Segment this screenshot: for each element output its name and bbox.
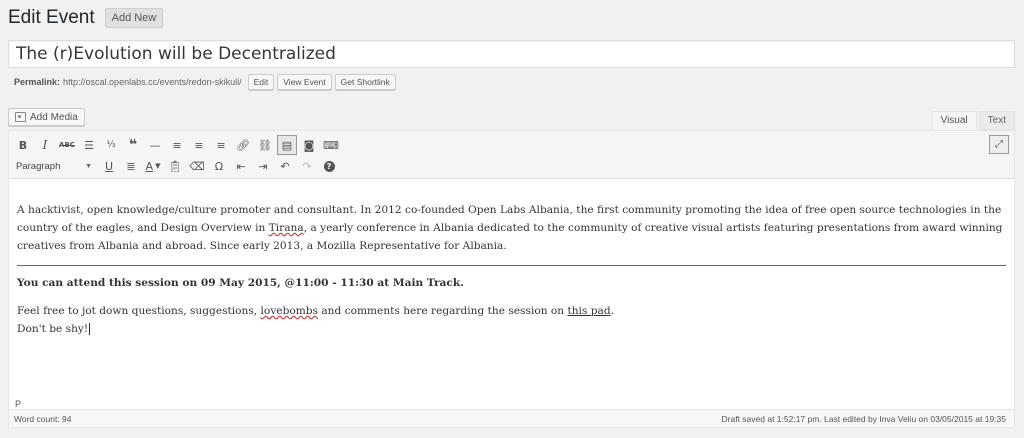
view-event-button[interactable]: View Event	[277, 74, 332, 90]
page-header: Edit Event Add New	[8, 6, 164, 30]
format-select-value: Paragraph	[16, 160, 61, 172]
bold-icon[interactable]: B	[13, 135, 33, 155]
indent-icon[interactable]: ⇥	[253, 156, 273, 176]
align-left-icon[interactable]: ≡	[167, 135, 187, 155]
italic-icon[interactable]: I	[35, 135, 55, 155]
format-select[interactable]: Paragraph ▼	[13, 157, 95, 175]
add-media-label: Add Media	[30, 111, 78, 123]
clear-formatting-icon[interactable]: ⌫	[187, 156, 207, 176]
edit-permalink-button[interactable]: Edit	[247, 74, 275, 90]
toolbar-row-2: Paragraph ▼ U ≣ A ▼ 📋︎ ⌫ Ω ⇤ ⇥ ↶ ↷ ?	[13, 156, 341, 176]
toolbar-toggle-icon[interactable]: ⌨	[321, 135, 341, 155]
title-field[interactable]	[8, 40, 1015, 68]
chevron-down-icon: ▼	[85, 162, 92, 170]
justify-icon[interactable]: ≣	[121, 156, 141, 176]
underline-icon[interactable]: U	[99, 156, 119, 176]
permalink-label: Permalink:	[14, 77, 61, 87]
numbered-list-icon[interactable]: ⅓	[101, 135, 121, 155]
outdent-icon[interactable]: ⇤	[231, 156, 251, 176]
align-right-icon[interactable]: ≡	[211, 135, 231, 155]
permalink-bar: Permalink: http://oscal.openlabs.cc/even…	[14, 73, 396, 91]
tab-text[interactable]: Text	[978, 111, 1015, 130]
add-media-button[interactable]: Add Media	[8, 108, 85, 126]
align-center-icon[interactable]: ≡	[189, 135, 209, 155]
special-character-icon[interactable]: Ω	[209, 156, 229, 176]
status-bar: Word count: 94 Draft saved at 1:52:17 pm…	[9, 409, 1014, 427]
attend-session-text: You can attend this session on 09 May 20…	[17, 277, 464, 289]
horizontal-line-icon[interactable]: —	[145, 135, 165, 155]
toolbar-row-1: B I ABC ☰ ⅓ ❝ — ≡ ≡ ≡ 🔗︎ ⛓ ▤ ◙ ⌨	[13, 135, 343, 155]
dont-be-shy-text: Don't be shy!	[17, 323, 91, 335]
remove-link-icon[interactable]: ⛓	[255, 135, 275, 155]
blockquote-icon[interactable]: ❝	[123, 135, 143, 155]
bullet-list-icon[interactable]: ☰	[79, 135, 99, 155]
draft-saved-status: Draft saved at 1:52:17 pm. Last edited b…	[721, 413, 1006, 424]
fullscreen-icon[interactable]: ⤢	[989, 135, 1009, 154]
camera-icon[interactable]: ◙	[299, 135, 319, 155]
divider	[17, 265, 1006, 266]
word-count: Word count: 94	[14, 413, 72, 424]
lovebombs-word: lovebombs	[260, 305, 318, 317]
editor-toolbar: B I ABC ☰ ⅓ ❝ — ≡ ≡ ≡ 🔗︎ ⛓ ▤ ◙ ⌨ Paragra…	[9, 131, 1014, 179]
post-title-input[interactable]	[9, 41, 1014, 67]
this-pad-link[interactable]: this pad	[567, 305, 610, 317]
permalink-url[interactable]: http://oscal.openlabs.cc/events/redon-sk…	[63, 77, 242, 87]
editor-mode-tabs: Visual Text	[930, 111, 1015, 130]
paste-text-icon[interactable]: 📋︎	[165, 156, 185, 176]
strikethrough-icon[interactable]: ABC	[57, 135, 77, 155]
get-shortlink-button[interactable]: Get Shortlink	[334, 74, 396, 90]
element-path[interactable]: P	[15, 399, 21, 409]
insert-link-icon[interactable]: 🔗︎	[233, 135, 253, 155]
help-icon[interactable]: ?	[319, 156, 339, 176]
page-title: Edit Event	[8, 7, 95, 28]
undo-icon[interactable]: ↶	[275, 156, 295, 176]
bio-paragraph: A hacktivist, open knowledge/culture pro…	[17, 204, 1003, 252]
editor-content[interactable]: A hacktivist, open knowledge/culture pro…	[9, 179, 1014, 395]
text-color-icon[interactable]: A ▼	[143, 156, 163, 176]
redo-icon[interactable]: ↷	[297, 156, 317, 176]
tab-visual[interactable]: Visual	[931, 111, 977, 130]
read-more-icon[interactable]: ▤	[277, 135, 297, 155]
media-icon	[15, 112, 26, 122]
tirana-word: Tirana	[268, 222, 304, 234]
editor: B I ABC ☰ ⅓ ❝ — ≡ ≡ ≡ 🔗︎ ⛓ ▤ ◙ ⌨ Paragra…	[8, 130, 1015, 428]
questions-paragraph: Feel free to jot down questions, suggest…	[17, 305, 614, 317]
add-new-button[interactable]: Add New	[104, 8, 164, 28]
